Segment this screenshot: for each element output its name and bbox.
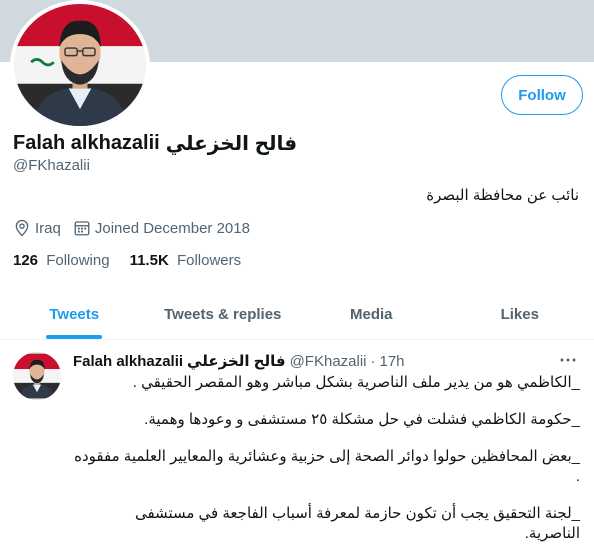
tweet-line: الناصرية.	[524, 525, 580, 542]
profile-page: Follow Falah alkhazalii فالح الخزعلي @FK…	[0, 0, 594, 556]
avatar-image	[13, 353, 61, 399]
profile-handle: @FKhazalii	[13, 157, 90, 174]
tweet-author-handle[interactable]: @FKhazalii	[290, 353, 367, 370]
profile-joined: Joined December 2018	[73, 219, 250, 237]
tweet-header: Falah alkhazalii فالح الخزعلي @FKhazalii…	[73, 352, 405, 371]
following-link[interactable]: 126 Following	[13, 252, 110, 269]
following-label: Following	[46, 252, 110, 269]
tweet-author-name[interactable]: Falah alkhazalii	[73, 353, 183, 370]
tweet[interactable]: Falah alkhazalii فالح الخزعلي @FKhazalii…	[0, 340, 594, 556]
profile-meta: Iraq Joined December 2018	[13, 219, 262, 237]
tweet-line: _الكاظمي هو من يدير ملف الناصرية بشكل مب…	[132, 374, 580, 391]
tweet-line: _لجنة التحقيق يجب أن تكون حازمة لمعرفة أ…	[134, 505, 580, 522]
profile-name-row: Falah alkhazalii فالح الخزعلي	[13, 131, 297, 156]
tab-likes[interactable]: Likes	[446, 290, 594, 339]
following-count: 126	[13, 252, 39, 269]
tweet-line: _حكومة الكاظمي فشلت في حل مشكلة ٢٥ مستشف…	[144, 411, 580, 428]
followers-label: Followers	[176, 252, 242, 269]
ellipsis-icon	[560, 358, 576, 362]
tab-media[interactable]: Media	[297, 290, 446, 339]
followers-count: 11.5K	[129, 252, 169, 269]
profile-location: Iraq	[13, 219, 61, 237]
profile-joined-text: Joined December 2018	[94, 219, 250, 237]
profile-display-name: Falah alkhazalii	[13, 132, 160, 154]
profile-bio: نائب عن محافظة البصرة	[426, 187, 579, 204]
tweet-author-name-arabic[interactable]: فالح الخزعلي	[187, 352, 286, 370]
tweet-text: _الكاظمي هو من يدير ملف الناصرية بشكل مب…	[73, 373, 580, 544]
calendar-icon	[74, 221, 90, 236]
avatar-image	[14, 4, 146, 126]
profile-tabs: Tweets Tweets & replies Media Likes	[0, 290, 594, 340]
profile-avatar[interactable]	[10, 0, 150, 130]
tweet-avatar[interactable]	[13, 352, 61, 400]
follow-button[interactable]: Follow	[501, 75, 583, 115]
tweet-line: _بعض المحافظين حولوا دوائر الصحة إلى حزب…	[74, 448, 580, 465]
more-options-icon[interactable]	[556, 350, 580, 370]
tweet-timestamp[interactable]: 17h	[380, 353, 405, 370]
profile-display-name-arabic: فالح الخزعلي	[165, 133, 298, 155]
profile-counts: 126 Following 11.5K Followers	[13, 252, 261, 269]
tweet-separator: ·	[370, 352, 376, 370]
followers-link[interactable]: 11.5K Followers	[130, 252, 242, 269]
profile-location-text: Iraq	[35, 219, 61, 237]
tab-tweets-replies[interactable]: Tweets & replies	[149, 290, 298, 339]
map-pin-icon	[15, 219, 29, 237]
tweet-line: .	[575, 468, 580, 485]
tab-tweets[interactable]: Tweets	[0, 290, 149, 339]
